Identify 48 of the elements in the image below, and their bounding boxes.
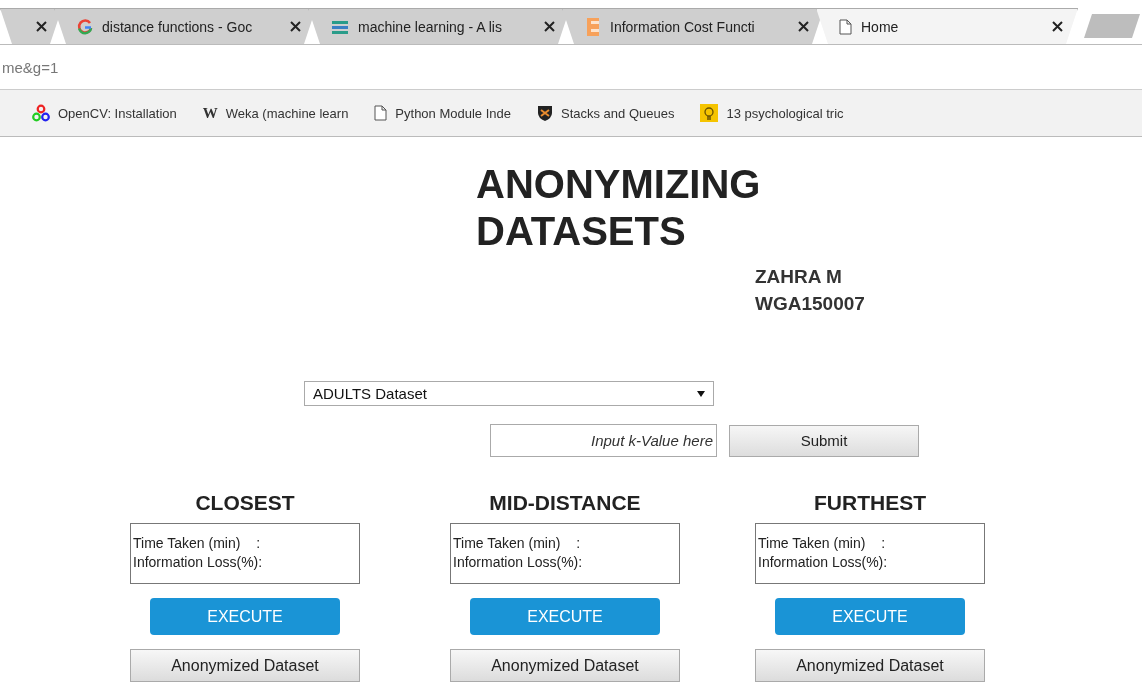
download-button[interactable]: Anonymized Dataset xyxy=(450,649,680,682)
result-label: Time Taken (min) xyxy=(453,534,561,553)
result-label: Time Taken (min) xyxy=(133,534,241,553)
favicon-icon xyxy=(585,16,601,37)
browser-tab[interactable]: Home xyxy=(816,8,1078,44)
shield-icon xyxy=(537,104,553,122)
close-icon[interactable] xyxy=(798,21,809,32)
bookmark-item[interactable]: W Weka (machine learn xyxy=(202,104,349,122)
dataset-dropdown[interactable]: ADULTS Dataset xyxy=(304,381,714,406)
result-label: Information Loss(%): xyxy=(453,553,583,572)
bookmark-item[interactable]: OpenCV: Installation xyxy=(32,104,177,122)
close-icon[interactable] xyxy=(544,21,555,32)
colored-ring-icon xyxy=(77,18,93,35)
author-text: ZAHRA M xyxy=(755,265,842,289)
bookmark-label[interactable]: Python Module Inde xyxy=(395,105,511,121)
download-button[interactable]: Anonymized Dataset xyxy=(755,649,985,682)
page-title: ANONYMIZING xyxy=(476,161,761,208)
bookmark-item[interactable]: 13 psychological tric xyxy=(700,104,844,122)
result-label: : xyxy=(576,534,581,553)
rings-icon xyxy=(32,104,50,122)
result-label: Information Loss(%): xyxy=(758,553,888,572)
author-text: WGA150007 xyxy=(755,292,865,316)
bookmark-label[interactable]: 13 psychological tric xyxy=(726,105,844,121)
download-button[interactable]: Anonymized Dataset xyxy=(130,649,360,682)
column-heading: CLOSEST xyxy=(195,491,295,516)
bookmark-item[interactable]: Python Module Inde xyxy=(374,105,511,121)
result-label: Time Taken (min) xyxy=(758,534,866,553)
bookmark-label[interactable]: Weka (machine learn xyxy=(225,105,349,121)
close-icon[interactable] xyxy=(290,21,301,32)
bookmark-label[interactable]: OpenCV: Installation xyxy=(58,105,177,121)
result-label: : xyxy=(256,534,261,553)
bookmark-item[interactable]: Stacks and Queues xyxy=(537,104,675,122)
result-label: : xyxy=(881,534,886,553)
page-icon xyxy=(839,18,852,35)
wiki-icon: W xyxy=(202,104,218,122)
submit-button[interactable]: Submit xyxy=(729,424,919,457)
result-label: Information Loss(%): xyxy=(133,553,263,572)
stacked-bars-icon xyxy=(331,18,349,35)
k-value-field[interactable]: Input k-Value here xyxy=(490,424,717,457)
dropdown-arrow-icon xyxy=(697,390,705,397)
column-heading: MID-DISTANCE xyxy=(489,491,641,516)
column-heading: FURTHEST xyxy=(814,491,926,516)
page-title: DATASETS xyxy=(476,208,686,255)
bookmark-label[interactable]: Stacks and Queues xyxy=(561,105,675,121)
close-icon[interactable] xyxy=(36,21,47,32)
lightbulb-icon xyxy=(700,104,719,122)
close-icon[interactable] xyxy=(1052,21,1063,32)
page-icon xyxy=(374,105,388,121)
